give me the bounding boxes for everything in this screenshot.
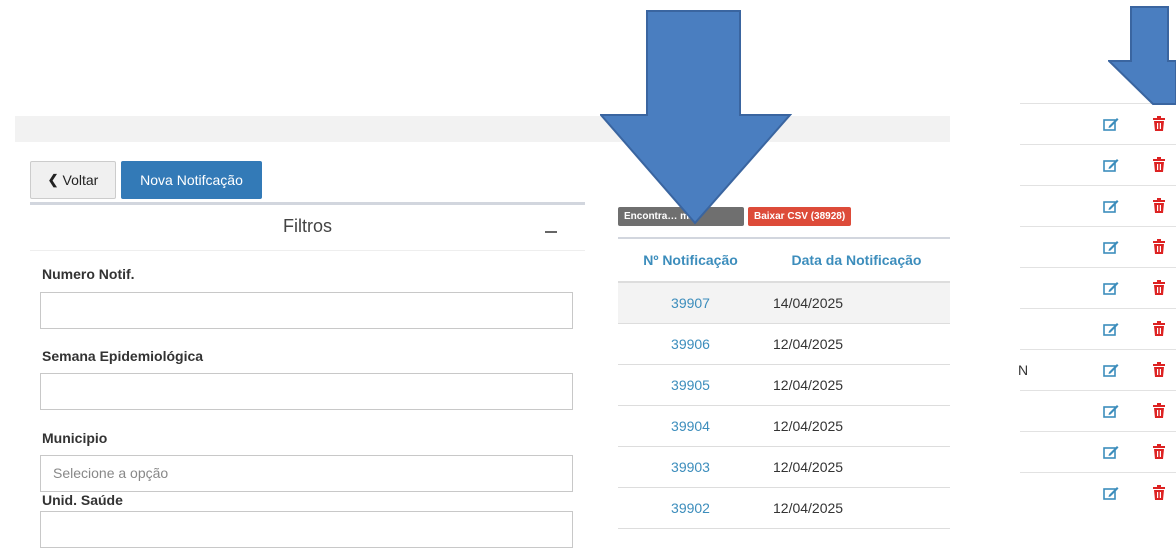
actions-row [1020, 472, 1176, 513]
municipio-select[interactable]: Selecione a opção [40, 455, 573, 492]
numero-input[interactable] [40, 292, 573, 329]
trash-icon[interactable] [1152, 198, 1166, 214]
edit-icon[interactable] [1103, 404, 1119, 418]
actions-column: N [1018, 103, 1176, 513]
table-body: 39907 14/04/2025 39906 12/04/2025 39905 12/04… [618, 283, 950, 529]
notification-number-link[interactable]: 39907 [618, 295, 763, 311]
table-row[interactable]: 39907 14/04/2025 [618, 283, 950, 324]
results-badges: Encontra… mil Baixar CSV (38928) [618, 207, 852, 226]
edit-icon[interactable] [1103, 445, 1119, 459]
trash-icon[interactable] [1152, 444, 1166, 460]
actions-row [1020, 144, 1176, 185]
collapse-minus-icon[interactable] [545, 231, 557, 233]
notification-date: 12/04/2025 [773, 418, 844, 434]
back-button-label: Voltar [62, 172, 99, 188]
header-numero[interactable]: Nº Notificação [618, 252, 763, 268]
notifications-table: Nº Notificação Data da Notificação 39907… [618, 237, 950, 529]
notification-number-link[interactable]: 39904 [618, 418, 763, 434]
trash-icon[interactable] [1152, 362, 1166, 378]
annotation-arrow-down-small-icon [1108, 6, 1176, 105]
trash-icon[interactable] [1152, 280, 1166, 296]
actions-row [1020, 226, 1176, 267]
edit-icon[interactable] [1103, 281, 1119, 295]
edit-icon[interactable] [1103, 117, 1119, 131]
edit-icon[interactable] [1103, 486, 1119, 500]
table-row[interactable]: 39905 12/04/2025 [618, 365, 950, 406]
actions-row [1020, 431, 1176, 472]
top-bar [15, 116, 950, 142]
edit-icon[interactable] [1103, 158, 1119, 172]
table-header: Nº Notificação Data da Notificação [618, 239, 950, 283]
notification-date: 12/04/2025 [773, 377, 844, 393]
notification-number-link[interactable]: 39905 [618, 377, 763, 393]
actions-row [1020, 103, 1176, 144]
row-text-fragment: N [1018, 362, 1029, 378]
numero-label: Numero Notif. [42, 266, 135, 282]
semana-label: Semana Epidemiológica [42, 348, 204, 364]
notification-date: 12/04/2025 [773, 459, 844, 475]
table-row[interactable]: 39903 12/04/2025 [618, 447, 950, 488]
actions-row [1020, 185, 1176, 226]
actions-row [1020, 308, 1176, 349]
table-row[interactable]: 39906 12/04/2025 [618, 324, 950, 365]
filters-header: Filtros [30, 205, 585, 251]
back-button[interactable]: ❮ Voltar [30, 161, 116, 199]
header-data[interactable]: Data da Notificação [763, 252, 950, 268]
new-notification-label: Nova Notifcação [140, 172, 243, 188]
edit-icon[interactable] [1103, 322, 1119, 336]
notification-date: 14/04/2025 [773, 295, 844, 311]
actions-row [1020, 267, 1176, 308]
trash-icon[interactable] [1152, 403, 1166, 419]
trash-icon[interactable] [1152, 485, 1166, 501]
table-row[interactable]: 39904 12/04/2025 [618, 406, 950, 447]
notification-date: 12/04/2025 [773, 500, 844, 516]
actions-row [1020, 390, 1176, 431]
trash-icon[interactable] [1152, 157, 1166, 173]
edit-icon[interactable] [1103, 199, 1119, 213]
notification-date: 12/04/2025 [773, 336, 844, 352]
csv-download-badge[interactable]: Baixar CSV (38928) [748, 207, 852, 226]
notification-number-link[interactable]: 39902 [618, 500, 763, 516]
municipio-label: Municipio [42, 430, 108, 446]
unid-label: Unid. Saúde [42, 492, 123, 508]
actions-row: N [1018, 349, 1176, 390]
edit-icon[interactable] [1103, 363, 1119, 377]
filters-panel: Filtros Numero Notif. Semana Epidemiológ… [30, 202, 585, 548]
trash-icon[interactable] [1152, 239, 1166, 255]
chevron-left-icon: ❮ [47, 172, 59, 187]
edit-icon[interactable] [1103, 240, 1119, 254]
trash-icon[interactable] [1152, 321, 1166, 337]
notification-number-link[interactable]: 39903 [618, 459, 763, 475]
new-notification-button[interactable]: Nova Notifcação [121, 161, 262, 199]
semana-input[interactable] [40, 373, 573, 410]
unid-select[interactable] [40, 511, 573, 548]
filters-title: Filtros [283, 216, 332, 236]
trash-icon[interactable] [1152, 116, 1166, 132]
table-row[interactable]: 39902 12/04/2025 [618, 488, 950, 529]
found-badge: Encontra… mil [618, 207, 744, 226]
notification-number-link[interactable]: 39906 [618, 336, 763, 352]
